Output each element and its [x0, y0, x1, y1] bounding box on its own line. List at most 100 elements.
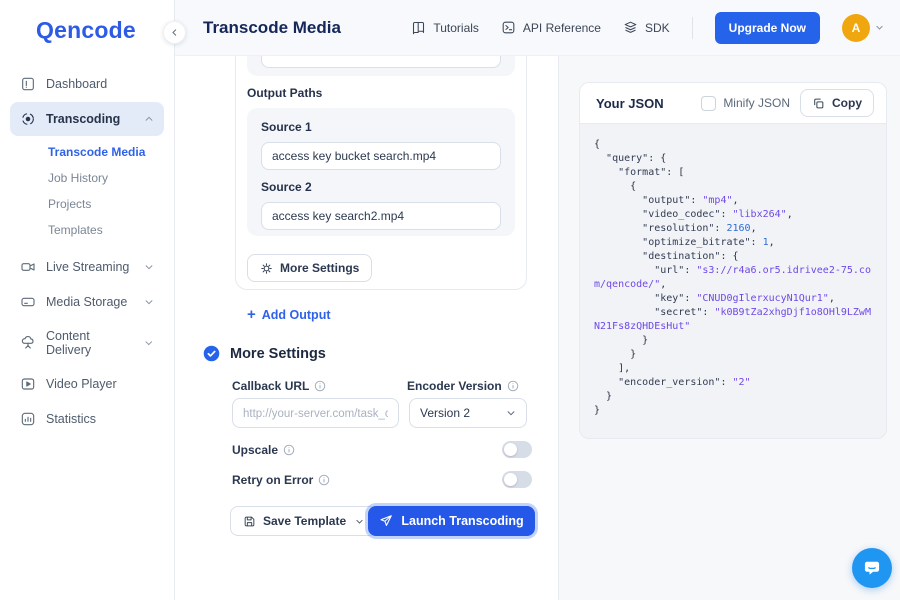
minify-json-label: Minify JSON	[723, 96, 790, 110]
header-actions: Tutorials API Reference SDK Upgrade Now …	[411, 12, 884, 44]
transcoding-form: Output Paths Source 1 Source 2 More Sett…	[175, 56, 558, 600]
more-settings-button-label: More Settings	[280, 261, 359, 275]
more-settings-section-header: More Settings	[203, 345, 326, 362]
encoder-version-label: Encoder Version	[407, 379, 519, 393]
page-title: Transcode Media	[203, 18, 341, 38]
json-code: { "query": { "format": [ { "output": "mp…	[594, 138, 872, 418]
qencode-logo[interactable]: Qencode	[0, 0, 174, 58]
avatar: A	[842, 14, 870, 42]
app-window: Qencode Dashboard Transcoding Transcode …	[0, 0, 900, 600]
upgrade-now-button[interactable]: Upgrade Now	[715, 12, 820, 44]
terminal-icon	[501, 20, 516, 35]
page-header: Transcode Media Tutorials API Reference …	[175, 0, 900, 56]
chevron-down-icon	[506, 408, 516, 418]
play-icon	[20, 376, 36, 392]
chevron-up-icon	[144, 114, 154, 124]
chevron-down-icon	[144, 338, 154, 348]
source2-label: Source 2	[261, 180, 312, 194]
header-divider	[692, 17, 693, 39]
check-circle-icon[interactable]	[203, 345, 220, 362]
sidebar-item-label: Dashboard	[46, 77, 107, 91]
source2-input[interactable]	[261, 202, 501, 230]
minify-json-control: Minify JSON	[701, 96, 790, 111]
transcoding-icon	[20, 111, 36, 127]
plus-icon: +	[247, 306, 256, 323]
sdk-label: SDK	[645, 21, 670, 35]
sidebar-item-transcoding[interactable]: Transcoding	[10, 102, 164, 136]
sidebar-item-label: Transcoding	[46, 112, 120, 126]
info-icon[interactable]	[283, 444, 295, 456]
sidebar-item-label: Live Streaming	[46, 260, 129, 274]
output-paths-label: Output Paths	[247, 86, 322, 100]
sidebar-collapse-button[interactable]	[163, 21, 186, 44]
json-panel: Your JSON Minify JSON Copy { "query": { …	[558, 56, 900, 600]
minify-json-checkbox[interactable]	[701, 96, 716, 111]
retry-on-error-toggle[interactable]	[502, 471, 532, 488]
info-icon[interactable]	[314, 380, 326, 392]
save-template-label: Save Template	[263, 514, 346, 528]
encoder-version-value: Version 2	[420, 406, 470, 420]
callback-url-label: Callback URL	[232, 379, 326, 393]
retry-on-error-label: Retry on Error	[232, 473, 330, 487]
chevron-down-icon	[875, 23, 884, 32]
chevron-down-icon	[144, 297, 154, 307]
sidebar-item-label: Content Delivery	[46, 329, 134, 357]
launch-transcoding-button[interactable]: Launch Transcoding	[368, 506, 535, 536]
json-card: Your JSON Minify JSON Copy { "query": { …	[579, 82, 887, 439]
upscale-label: Upscale	[232, 443, 295, 457]
sidebar-item-content-delivery[interactable]: Content Delivery	[10, 320, 164, 366]
video-camera-icon	[20, 259, 36, 275]
sidebar-item-video-player[interactable]: Video Player	[10, 367, 164, 401]
dashboard-icon	[20, 76, 36, 92]
json-card-header: Your JSON Minify JSON Copy	[579, 82, 887, 124]
sidebar-item-label: Statistics	[46, 412, 96, 426]
gear-icon	[260, 262, 273, 275]
send-icon	[379, 514, 393, 528]
transcoding-submenu: Transcode Media Job History Projects Tem…	[8, 137, 166, 249]
info-icon[interactable]	[318, 474, 330, 486]
sidebar-item-statistics[interactable]: Statistics	[10, 402, 164, 436]
chevron-down-icon	[355, 517, 364, 526]
api-reference-label: API Reference	[523, 21, 601, 35]
api-reference-link[interactable]: API Reference	[501, 20, 601, 35]
launch-transcoding-label: Launch Transcoding	[401, 514, 523, 528]
sidebar-item-job-history[interactable]: Job History	[48, 165, 166, 191]
sidebar-item-media-storage[interactable]: Media Storage	[10, 285, 164, 319]
encoder-version-select[interactable]: Version 2	[409, 398, 527, 428]
json-code-block: { "query": { "format": [ { "output": "mp…	[579, 124, 887, 439]
chevron-down-icon	[144, 262, 154, 272]
tutorials-label: Tutorials	[433, 21, 479, 35]
chat-launcher-button[interactable]	[852, 548, 892, 588]
storage-drive-icon	[20, 294, 36, 310]
chat-bubble-icon	[862, 558, 882, 578]
add-output-link[interactable]: + Add Output	[247, 306, 331, 323]
account-menu[interactable]: A	[842, 14, 884, 42]
copy-label: Copy	[832, 96, 862, 110]
source1-label: Source 1	[261, 120, 312, 134]
sidebar-item-dashboard[interactable]: Dashboard	[10, 67, 164, 101]
save-template-button[interactable]: Save Template	[230, 506, 377, 536]
sidebar-nav: Dashboard Transcoding Transcode Media Jo…	[0, 58, 174, 436]
sidebar-item-live-streaming[interactable]: Live Streaming	[10, 250, 164, 284]
more-settings-title: More Settings	[230, 346, 326, 362]
json-title: Your JSON	[596, 96, 664, 111]
add-output-label: Add Output	[262, 308, 331, 322]
sidebar-item-transcode-media[interactable]: Transcode Media	[48, 139, 166, 165]
sdk-link[interactable]: SDK	[623, 20, 670, 35]
source1-input[interactable]	[261, 142, 501, 170]
sidebar: Qencode Dashboard Transcoding Transcode …	[0, 0, 175, 600]
save-icon	[243, 515, 256, 528]
sidebar-item-templates[interactable]: Templates	[48, 217, 166, 243]
callback-url-input[interactable]	[232, 398, 399, 428]
bar-chart-icon	[20, 411, 36, 427]
book-icon	[411, 20, 426, 35]
copy-button[interactable]: Copy	[800, 89, 874, 117]
tutorials-link[interactable]: Tutorials	[411, 20, 479, 35]
sidebar-item-projects[interactable]: Projects	[48, 191, 166, 217]
cdn-cloud-icon	[20, 335, 36, 351]
info-icon[interactable]	[507, 380, 519, 392]
sidebar-item-label: Video Player	[46, 377, 117, 391]
layers-icon	[623, 20, 638, 35]
more-settings-button[interactable]: More Settings	[247, 254, 372, 282]
upscale-toggle[interactable]	[502, 441, 532, 458]
